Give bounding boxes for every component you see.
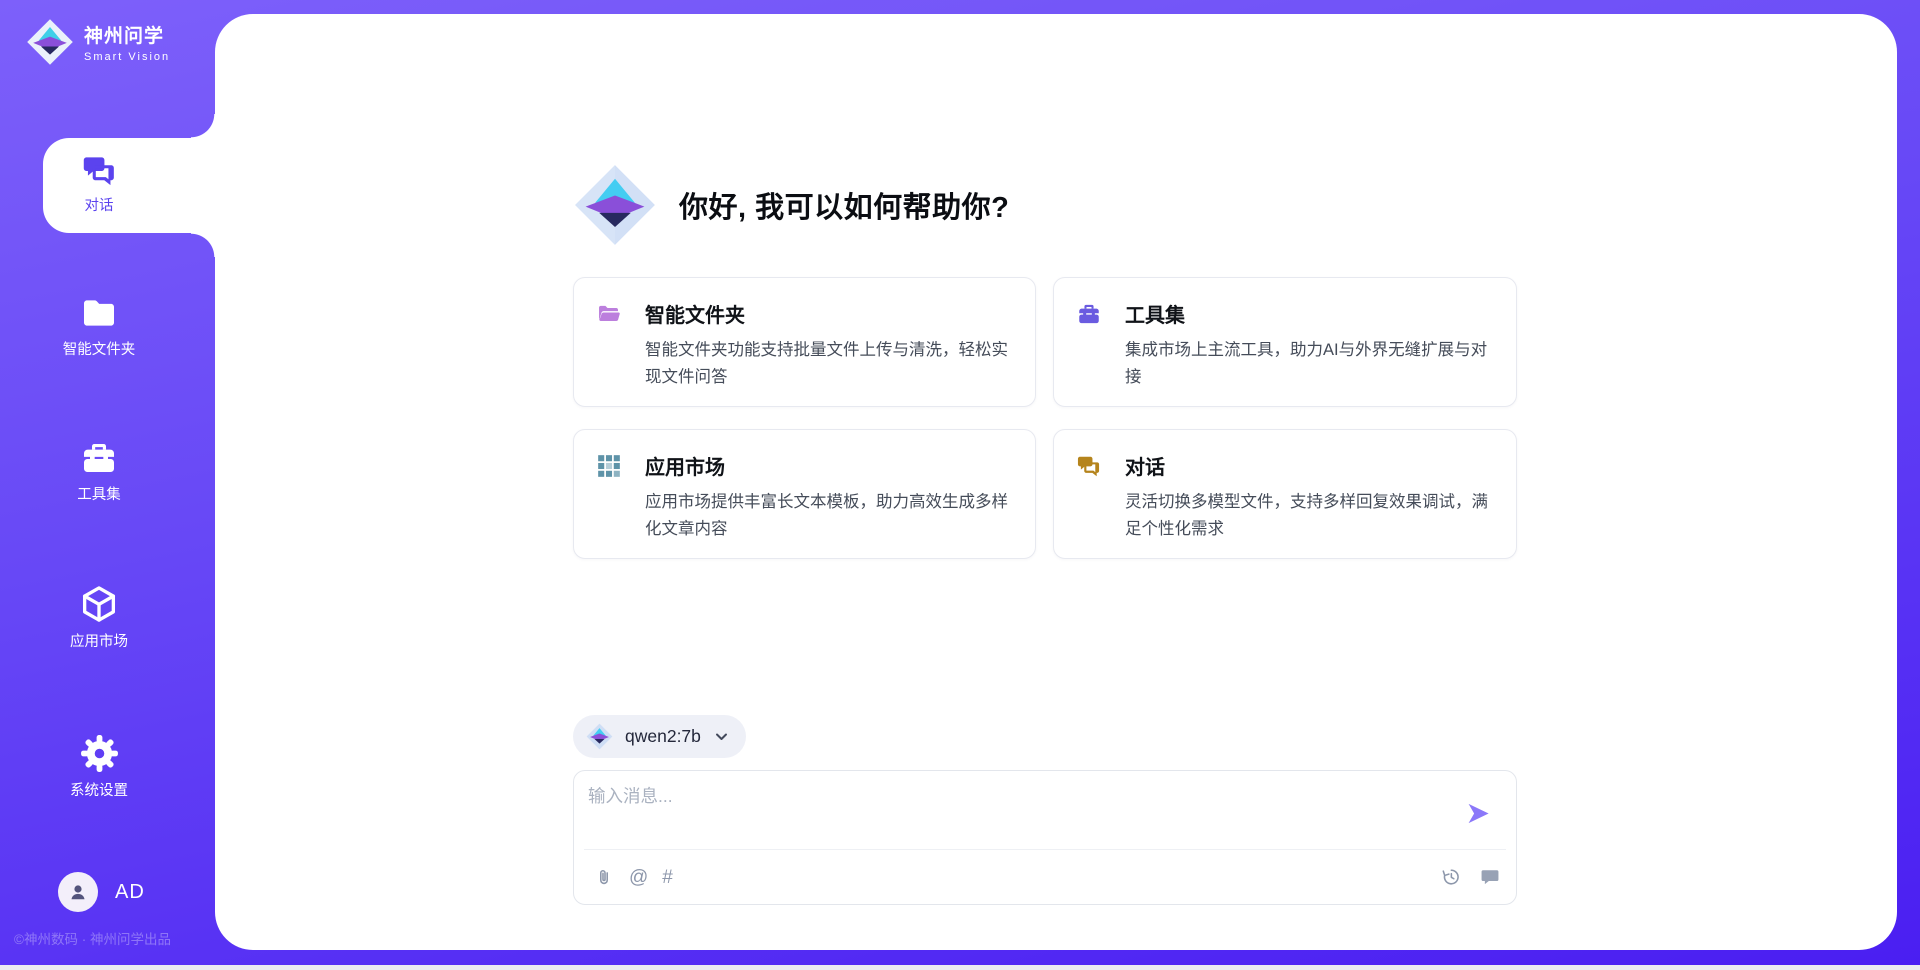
chat-bubbles-icon — [81, 152, 118, 189]
sidebar-item-label: 系统设置 — [70, 784, 128, 799]
chevron-down-icon[interactable] — [713, 728, 730, 745]
model-diamond-icon — [586, 723, 613, 750]
greeting-title: 你好, 我可以如何帮助你? — [679, 184, 1009, 226]
card-smart-folder[interactable]: 智能文件夹 智能文件夹功能支持批量文件上传与清洗，轻松实现文件问答 — [573, 277, 1036, 407]
card-description: 应用市场提供丰富长文本模板，助力高效生成多样化文章内容 — [645, 489, 1011, 543]
sidebar-item-toolset[interactable]: 工具集 — [24, 438, 174, 503]
app-window: 你好, 我可以如何帮助你? 智能文件夹 智能文件夹功能支 — [0, 0, 1920, 970]
card-title: 工具集 — [1125, 299, 1185, 328]
grid-icon — [596, 453, 622, 479]
history-icon[interactable] — [1440, 866, 1462, 888]
sidebar-item-label: 应用市场 — [70, 635, 128, 650]
main-content-panel: 你好, 我可以如何帮助你? 智能文件夹 智能文件夹功能支 — [215, 14, 1897, 950]
sidebar-item-smart-folder[interactable]: 智能文件夹 — [24, 293, 174, 358]
brand-diamond-logo — [573, 163, 657, 247]
sidebar-item-settings[interactable]: 系统设置 — [24, 733, 174, 799]
sidebar-item-label: 智能文件夹 — [63, 343, 136, 358]
cube-icon — [78, 583, 120, 625]
card-description: 灵活切换多模型文件，支持多样回复效果调试，满足个性化需求 — [1125, 489, 1492, 543]
user-profile[interactable]: AD — [58, 872, 145, 912]
greeting-row: 你好, 我可以如何帮助你? — [573, 163, 1009, 247]
sidebar-item-label: 对话 — [85, 199, 114, 214]
composer-toolbar: @ # — [593, 850, 1501, 904]
folder-icon — [79, 293, 119, 333]
message-icon[interactable] — [1479, 866, 1501, 888]
brand-name: 神州问学 — [84, 21, 170, 48]
card-toolset[interactable]: 工具集 集成市场上主流工具，助力AI与外界无缝扩展与对接 — [1053, 277, 1517, 407]
card-description: 集成市场上主流工具，助力AI与外界无缝扩展与对接 — [1125, 337, 1492, 391]
sidebar-item-label: 工具集 — [77, 488, 121, 503]
window-bottom-edge — [0, 965, 1920, 970]
gear-icon — [79, 733, 120, 774]
card-app-market[interactable]: 应用市场 应用市场提供丰富长文本模板，助力高效生成多样化文章内容 — [573, 429, 1036, 559]
card-description: 智能文件夹功能支持批量文件上传与清洗，轻松实现文件问答 — [645, 337, 1011, 391]
copyright-text: ©神州数码 · 神州问学出品 — [14, 928, 171, 948]
user-name: AD — [115, 881, 145, 904]
sidebar: 神州问学 Smart Vision 对话 智能文件夹 — [0, 0, 215, 970]
model-selector[interactable]: qwen2:7b — [573, 715, 746, 758]
send-icon[interactable] — [1465, 800, 1492, 827]
sidebar-item-chat[interactable]: 对话 — [24, 152, 174, 214]
card-title: 应用市场 — [645, 451, 725, 480]
feature-cards: 智能文件夹 智能文件夹功能支持批量文件上传与清洗，轻松实现文件问答 — [573, 277, 1517, 559]
paperclip-icon[interactable] — [593, 866, 615, 888]
folder-open-icon — [596, 301, 622, 327]
card-title: 对话 — [1125, 451, 1165, 480]
card-chat[interactable]: 对话 灵活切换多模型文件，支持多样回复效果调试，满足个性化需求 — [1053, 429, 1517, 559]
sidebar-item-app-market[interactable]: 应用市场 — [24, 583, 174, 650]
avatar — [58, 872, 98, 912]
model-name: qwen2:7b — [625, 726, 701, 747]
briefcase-icon — [1076, 301, 1102, 327]
brand-subtitle: Smart Vision — [84, 51, 170, 63]
toolbox-icon — [79, 438, 119, 478]
message-input[interactable] — [588, 783, 1438, 841]
chat-bubbles-icon — [1076, 453, 1102, 479]
card-title: 智能文件夹 — [645, 299, 745, 328]
mention-icon[interactable]: @ — [629, 868, 648, 887]
hashtag-icon[interactable]: # — [662, 868, 673, 887]
brand-diamond-icon — [26, 18, 74, 66]
brand-logo: 神州问学 Smart Vision — [26, 18, 170, 66]
message-composer: @ # — [573, 770, 1517, 905]
